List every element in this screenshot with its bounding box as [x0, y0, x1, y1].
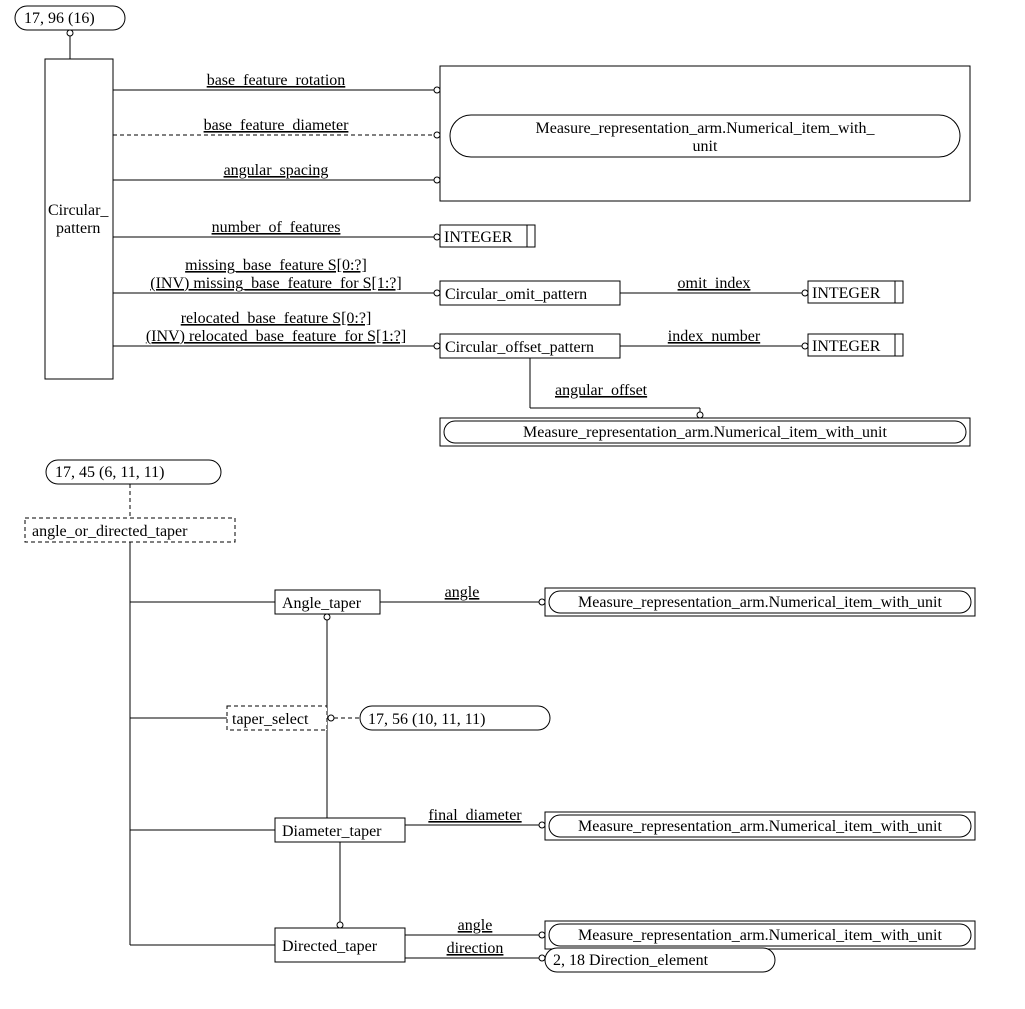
rel-base-feature-rotation-label: base_feature_rotation	[207, 72, 346, 89]
integer-label-3: INTEGER	[812, 338, 881, 355]
rel-relocated-base-feature-label-a: relocated_base_feature S[0:?]	[181, 310, 372, 327]
circular-pattern-label1: Circular_	[48, 202, 109, 219]
conn-circle	[434, 177, 440, 183]
conn-circle	[434, 343, 440, 349]
rel-omit-index-label: omit_index	[678, 275, 751, 292]
angle-taper-label: Angle_taper	[282, 595, 362, 612]
conn-circle	[324, 614, 330, 620]
express-g-diagram: 17, 96 (16) Circular_ pattern Measure_re…	[0, 0, 1025, 1009]
rel-number-of-features-label: number_of_features	[212, 219, 341, 236]
rel-index-number-label: index_number	[668, 328, 761, 345]
numerical-item-2-label: Measure_representation_arm.Numerical_ite…	[523, 424, 887, 441]
rel-final-diameter-label: final_diameter	[428, 807, 522, 824]
numerical-item-label2: unit	[693, 138, 718, 155]
rel-angle-2-label: angle	[458, 917, 493, 934]
rel-angular-spacing-label: angular_spacing	[224, 162, 329, 179]
diameter-taper-label: Diameter_taper	[282, 823, 382, 840]
conn-circle	[539, 599, 545, 605]
rel-angular-offset-label: angular_offset	[555, 382, 648, 399]
integer-label-2: INTEGER	[812, 285, 881, 302]
numerical-item-5-label: Measure_representation_arm.Numerical_ite…	[578, 927, 942, 944]
directed-taper-label: Directed_taper	[282, 938, 378, 955]
numerical-item-4-label: Measure_representation_arm.Numerical_ite…	[578, 818, 942, 835]
conn-circle	[539, 955, 545, 961]
rel-missing-base-feature-label-b: (INV) missing_base_feature_for S[1:?]	[150, 275, 401, 292]
circular-pattern-label2: pattern	[56, 220, 100, 237]
numerical-item-label1: Measure_representation_arm.Numerical_ite…	[536, 120, 876, 137]
conn-circle	[539, 822, 545, 828]
conn-circle	[328, 715, 334, 721]
conn-circle	[434, 290, 440, 296]
rel-direction-label: direction	[447, 940, 504, 957]
conn-circle	[802, 290, 808, 296]
rel-angle-1-label: angle	[445, 584, 480, 601]
ref-2-label: 17, 45 (6, 11, 11)	[55, 464, 164, 481]
circular-omit-pattern-label: Circular_omit_pattern	[445, 286, 587, 303]
taper-select-label: taper_select	[232, 711, 309, 728]
integer-label-1: INTEGER	[444, 229, 513, 246]
conn-circle	[434, 87, 440, 93]
circular-offset-pattern-label: Circular_offset_pattern	[445, 339, 594, 356]
circular-pattern-entity	[45, 59, 113, 379]
numerical-item-3-label: Measure_representation_arm.Numerical_ite…	[578, 594, 942, 611]
conn-circle	[434, 234, 440, 240]
angle-or-directed-taper-label: angle_or_directed_taper	[32, 523, 188, 540]
conn-circle	[434, 132, 440, 138]
conn-circle	[337, 922, 343, 928]
rel-relocated-base-feature-label-b: (INV) relocated_base_feature_for S[1:?]	[146, 328, 406, 345]
conn-circle	[802, 343, 808, 349]
rel-missing-base-feature-label-a: missing_base_feature S[0:?]	[185, 257, 367, 274]
direction-element-label: 2, 18 Direction_element	[553, 952, 709, 969]
ref-3-label: 17, 56 (10, 11, 11)	[368, 711, 485, 728]
rel-base-feature-diameter-label: base_feature_diameter	[204, 117, 349, 134]
conn-circle	[697, 412, 703, 418]
conn-circle	[539, 932, 545, 938]
conn-circle	[67, 30, 73, 36]
ref-top-label: 17, 96 (16)	[24, 10, 95, 27]
